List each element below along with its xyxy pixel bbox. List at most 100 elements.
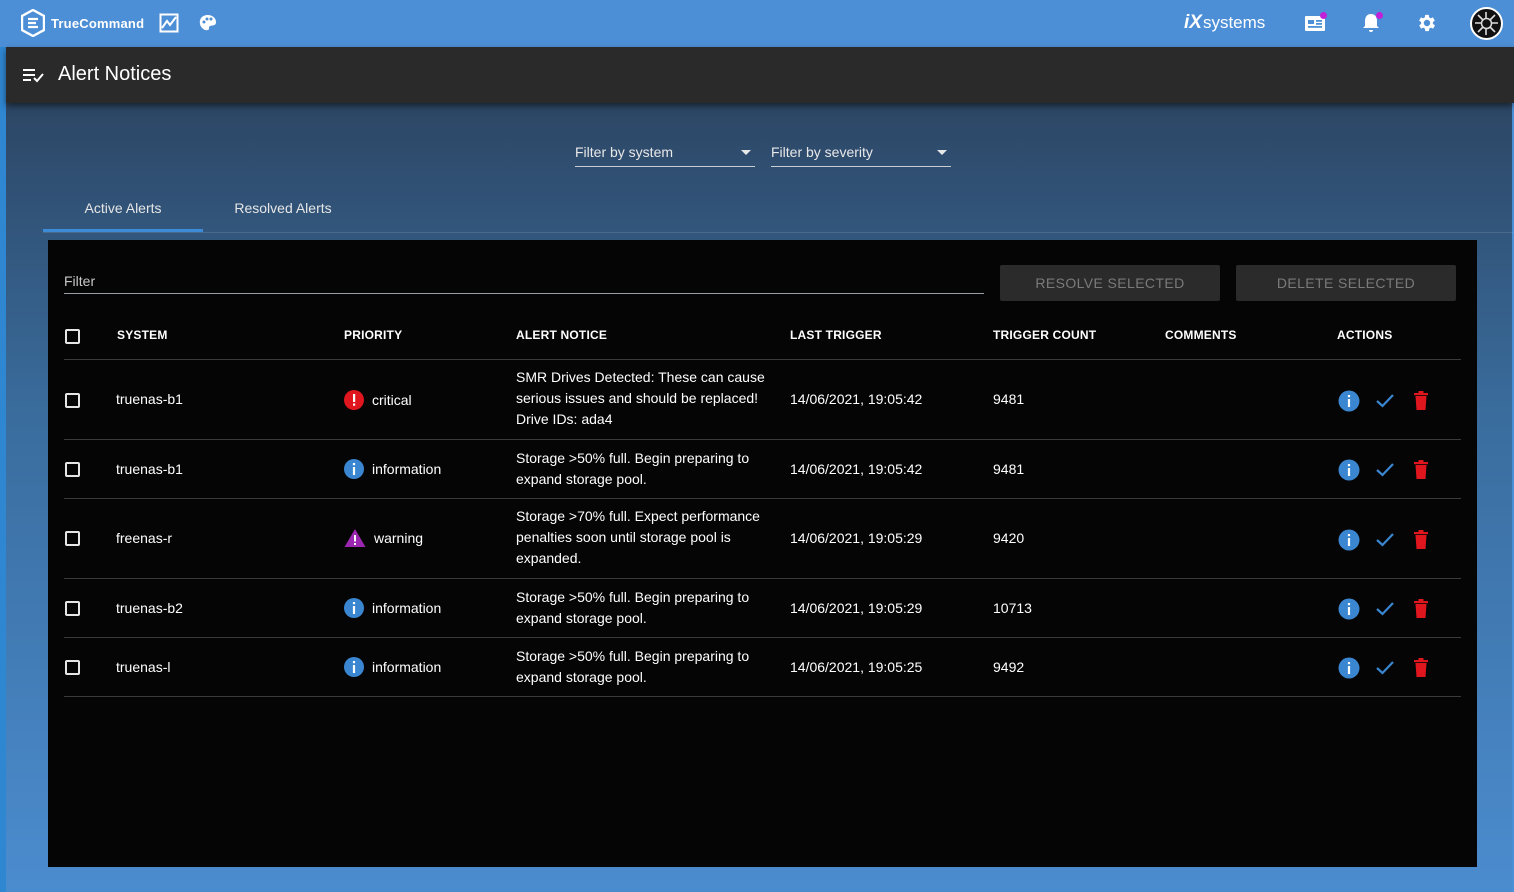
row-trigger-count: 10713 [993, 600, 1032, 616]
trash-icon[interactable] [1410, 390, 1432, 412]
row-alert-notice: Storage >50% full. Begin preparing to ex… [516, 450, 750, 487]
news-badge [1320, 12, 1327, 19]
row-checkbox[interactable] [65, 393, 80, 408]
row-system: truenas-l [116, 659, 171, 675]
resolve-selected-button[interactable]: RESOLVE SELECTED [1000, 265, 1220, 301]
chart-icon[interactable] [158, 12, 180, 34]
ixsystems-logo: iX systems [1184, 12, 1265, 34]
row-alert-notice: Storage >70% full. Expect performance pe… [516, 508, 760, 566]
row-priority: critical [344, 390, 412, 410]
chevron-down-icon [937, 150, 947, 155]
warning-triangle-icon [344, 529, 366, 547]
row-checkbox[interactable] [65, 531, 80, 546]
check-icon[interactable] [1374, 529, 1396, 551]
row-priority: warning [344, 528, 423, 548]
table-filter-placeholder: Filter [64, 273, 96, 289]
trash-icon[interactable] [1410, 529, 1432, 551]
row-trigger-count: 9420 [993, 530, 1025, 546]
row-checkbox[interactable] [65, 462, 80, 477]
row-priority: information [344, 657, 441, 677]
table-row[interactable]: truenas-l information Storage >50% full.… [48, 638, 1477, 697]
info-icon[interactable] [1338, 529, 1360, 551]
trash-icon[interactable] [1410, 598, 1432, 620]
filter-by-system-label: Filter by system [575, 144, 674, 160]
row-priority-label: information [372, 600, 442, 616]
row-trigger-count: 9492 [993, 659, 1025, 675]
menu-check-icon[interactable] [23, 66, 45, 89]
row-last-trigger: 14/06/2021, 19:05:29 [790, 600, 923, 616]
tab-resolved-alerts[interactable]: Resolved Alerts [203, 188, 363, 232]
top-navigation-bar: TrueCommand iX systems [0, 0, 1514, 47]
filter-by-severity-label: Filter by severity [771, 144, 873, 160]
table-row[interactable]: truenas-b1 critical SMR Drives Detected:… [48, 360, 1477, 440]
row-system: truenas-b1 [116, 391, 183, 407]
user-avatar[interactable] [1470, 7, 1503, 40]
info-icon [344, 459, 364, 479]
row-checkbox[interactable] [65, 601, 80, 616]
row-priority-label: warning [374, 530, 424, 546]
row-alert-notice: Storage >50% full. Begin preparing to ex… [516, 589, 750, 626]
brand-logo[interactable]: TrueCommand [21, 9, 144, 37]
info-icon[interactable] [1338, 657, 1360, 679]
row-last-trigger: 14/06/2021, 19:05:42 [790, 391, 923, 407]
chevron-down-icon [741, 150, 751, 155]
error-icon [344, 390, 364, 410]
row-alert-notice: SMR Drives Detected: These can cause ser… [516, 369, 765, 427]
ixsystems-logo-mark: iX [1184, 12, 1202, 33]
column-header-system[interactable]: SYSTEM [117, 328, 168, 342]
ixsystems-logo-text: systems [1202, 13, 1266, 32]
row-priority-label: information [372, 659, 442, 675]
alert-tabs: Active Alerts Resolved Alerts [43, 188, 1513, 233]
row-last-trigger: 14/06/2021, 19:05:25 [790, 659, 923, 675]
alerts-table-card: Filter RESOLVE SELECTED DELETE SELECTED … [48, 240, 1477, 867]
trash-icon[interactable] [1410, 459, 1432, 481]
row-priority: information [344, 459, 441, 479]
page-header: Alert Notices [6, 47, 1514, 103]
column-header-actions: ACTIONS [1337, 328, 1393, 342]
row-priority-label: critical [372, 392, 412, 408]
page-title: Alert Notices [58, 63, 172, 85]
column-header-last-trigger[interactable]: LAST TRIGGER [790, 328, 882, 342]
check-icon[interactable] [1374, 459, 1396, 481]
filter-by-system-select[interactable]: Filter by system [575, 140, 755, 167]
row-priority-label: information [372, 461, 442, 477]
column-header-comments[interactable]: COMMENTS [1165, 328, 1237, 342]
info-icon[interactable] [1338, 598, 1360, 620]
row-system: truenas-b2 [116, 600, 183, 616]
left-edge-strip [0, 0, 6, 892]
truecommand-logo-icon [21, 9, 45, 37]
info-icon[interactable] [1338, 390, 1360, 412]
table-row[interactable]: freenas-r warning Storage >70% full. Exp… [48, 499, 1477, 579]
row-divider [64, 696, 1461, 697]
row-trigger-count: 9481 [993, 461, 1025, 477]
gear-icon[interactable] [1416, 12, 1438, 34]
table-row[interactable]: truenas-b2 information Storage >50% full… [48, 579, 1477, 638]
column-header-priority[interactable]: PRIORITY [344, 328, 402, 342]
row-trigger-count: 9481 [993, 391, 1025, 407]
table-row[interactable]: truenas-b1 information Storage >50% full… [48, 440, 1477, 499]
tab-active-alerts[interactable]: Active Alerts [43, 188, 203, 232]
row-checkbox[interactable] [65, 660, 80, 675]
palette-icon[interactable] [197, 12, 219, 34]
row-last-trigger: 14/06/2021, 19:05:42 [790, 461, 923, 477]
filter-by-severity-select[interactable]: Filter by severity [771, 140, 951, 167]
info-icon [344, 657, 364, 677]
column-header-alert-notice[interactable]: ALERT NOTICE [516, 328, 607, 342]
row-system: freenas-r [116, 530, 173, 546]
brand-name: TrueCommand [51, 15, 145, 31]
check-icon[interactable] [1374, 390, 1396, 412]
row-last-trigger: 14/06/2021, 19:05:29 [790, 530, 923, 546]
info-icon [344, 598, 364, 618]
trash-icon[interactable] [1410, 657, 1432, 679]
notification-badge [1376, 12, 1383, 19]
row-system: truenas-b1 [116, 461, 183, 477]
check-icon[interactable] [1374, 598, 1396, 620]
row-alert-notice: Storage >50% full. Begin preparing to ex… [516, 648, 750, 685]
info-icon[interactable] [1338, 459, 1360, 481]
table-filter-input[interactable]: Filter [64, 270, 984, 294]
delete-selected-button[interactable]: DELETE SELECTED [1236, 265, 1456, 301]
check-icon[interactable] [1374, 657, 1396, 679]
select-all-checkbox[interactable] [65, 329, 80, 344]
column-header-trigger-count[interactable]: TRIGGER COUNT [993, 328, 1096, 342]
row-priority: information [344, 598, 441, 618]
